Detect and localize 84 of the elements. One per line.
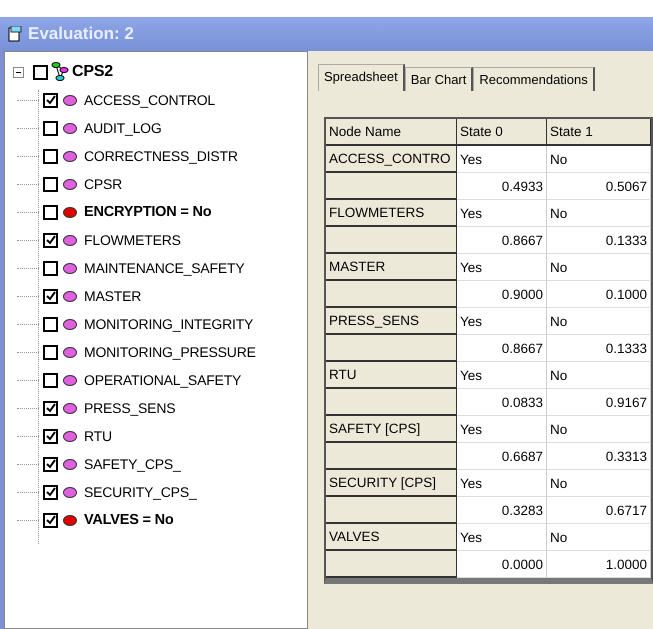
- probability-cell: 0.9167: [547, 389, 651, 416]
- node-name-cell: FLOWMETERS: [326, 200, 457, 227]
- tree-item[interactable]: CORRECTNESS_DISTR: [84, 148, 238, 164]
- tree-item[interactable]: ENCRYPTION = No: [84, 204, 212, 220]
- state-cell: Yes: [457, 416, 547, 443]
- column-header: Node Name: [326, 119, 457, 146]
- node-name-cell: VALVES: [326, 524, 457, 551]
- node-name-cell: MASTER: [326, 254, 457, 281]
- state-cell: No: [547, 308, 651, 335]
- node-name-cell: ACCESS_CONTRO: [326, 146, 457, 173]
- checkbox[interactable]: [43, 428, 58, 444]
- window-title: Evaluation: 2: [28, 24, 134, 44]
- checkbox[interactable]: [43, 344, 58, 360]
- tree-item[interactable]: SECURITY_CPS_: [84, 484, 197, 500]
- checkbox[interactable]: [43, 372, 58, 388]
- tree-item[interactable]: PRESS_SENS: [84, 400, 176, 416]
- probability-cell: 0.1333: [547, 335, 651, 362]
- tree-item[interactable]: MONITORING_PRESSURE: [84, 344, 256, 360]
- checkbox[interactable]: [43, 484, 58, 500]
- state-cell: Yes: [457, 362, 547, 389]
- checkbox[interactable]: [33, 64, 48, 80]
- node-name-cell: PRESS_SENS: [326, 308, 457, 335]
- tree-item[interactable]: OPERATIONAL_SAFETY: [84, 372, 242, 388]
- tree-item[interactable]: AUDIT_LOG: [84, 120, 162, 136]
- checkbox[interactable]: [43, 316, 58, 332]
- probability-cell: 0.3313: [547, 443, 651, 470]
- tree-root-label[interactable]: CPS2: [72, 63, 113, 81]
- probability-cell: 0.6687: [457, 443, 547, 470]
- collapse-toggle[interactable]: [13, 66, 24, 78]
- tree-item[interactable]: CPSR: [84, 176, 122, 192]
- checkbox[interactable]: [43, 232, 58, 248]
- checkbox[interactable]: [43, 288, 58, 304]
- checkbox[interactable]: [43, 400, 58, 416]
- tree-item[interactable]: ACCESS_CONTROL: [84, 92, 216, 108]
- column-header: State 0: [457, 119, 547, 146]
- probability-cell: 0.1000: [547, 281, 651, 308]
- checkbox[interactable]: [43, 148, 58, 164]
- state-cell: Yes: [457, 470, 547, 497]
- tree-item[interactable]: SAFETY_CPS_: [84, 456, 181, 472]
- tree-item[interactable]: RTU: [84, 428, 112, 444]
- checkbox[interactable]: [43, 120, 58, 136]
- probability-cell: 0.1333: [547, 227, 651, 254]
- probability-cell: 0.4933: [457, 173, 547, 200]
- checkbox[interactable]: [43, 204, 58, 220]
- state-cell: No: [547, 524, 651, 551]
- state-cell: Yes: [457, 146, 547, 173]
- state-cell: Yes: [457, 200, 547, 227]
- probability-cell: 0.0833: [457, 389, 547, 416]
- tree-item[interactable]: MASTER: [84, 288, 142, 304]
- state-cell: No: [547, 146, 651, 173]
- tree-item[interactable]: VALVES = No: [84, 512, 174, 528]
- tab[interactable]: Recommendations: [473, 67, 595, 91]
- probability-cell: 0.5067: [547, 173, 651, 200]
- checkbox[interactable]: [43, 456, 58, 472]
- state-cell: Yes: [457, 524, 547, 551]
- tree-item[interactable]: MONITORING_INTEGRITY: [84, 316, 254, 332]
- state-cell: No: [547, 254, 651, 281]
- node-name-cell: SECURITY [CPS]: [326, 470, 457, 497]
- tree-item[interactable]: MAINTENANCE_SAFETY: [84, 260, 245, 276]
- state-cell: No: [547, 200, 651, 227]
- state-cell: No: [547, 470, 651, 497]
- network-icon: [51, 62, 69, 82]
- state-cell: No: [547, 362, 651, 389]
- probability-cell: 0.8667: [457, 335, 547, 362]
- probability-cell: 1.0000: [547, 551, 651, 578]
- checkbox[interactable]: [43, 512, 58, 528]
- state-cell: Yes: [457, 254, 547, 281]
- probability-cell: 0.0000: [457, 551, 547, 578]
- tab[interactable]: Spreadsheet: [318, 64, 405, 91]
- probability-cell: 0.9000: [457, 281, 547, 308]
- column-header: State 1: [547, 119, 651, 146]
- checkbox[interactable]: [43, 92, 58, 108]
- tab[interactable]: Bar Chart: [404, 67, 474, 91]
- checkbox[interactable]: [43, 176, 58, 192]
- checkbox[interactable]: [43, 260, 58, 276]
- tree-item[interactable]: FLOWMETERS: [84, 232, 181, 248]
- state-cell: No: [547, 416, 651, 443]
- window-icon: [8, 26, 22, 42]
- node-name-cell: SAFETY [CPS]: [326, 416, 457, 443]
- state-cell: Yes: [457, 308, 547, 335]
- probability-cell: 0.8667: [457, 227, 547, 254]
- node-name-cell: RTU: [326, 362, 457, 389]
- probability-cell: 0.3283: [457, 497, 547, 524]
- probability-cell: 0.6717: [547, 497, 651, 524]
